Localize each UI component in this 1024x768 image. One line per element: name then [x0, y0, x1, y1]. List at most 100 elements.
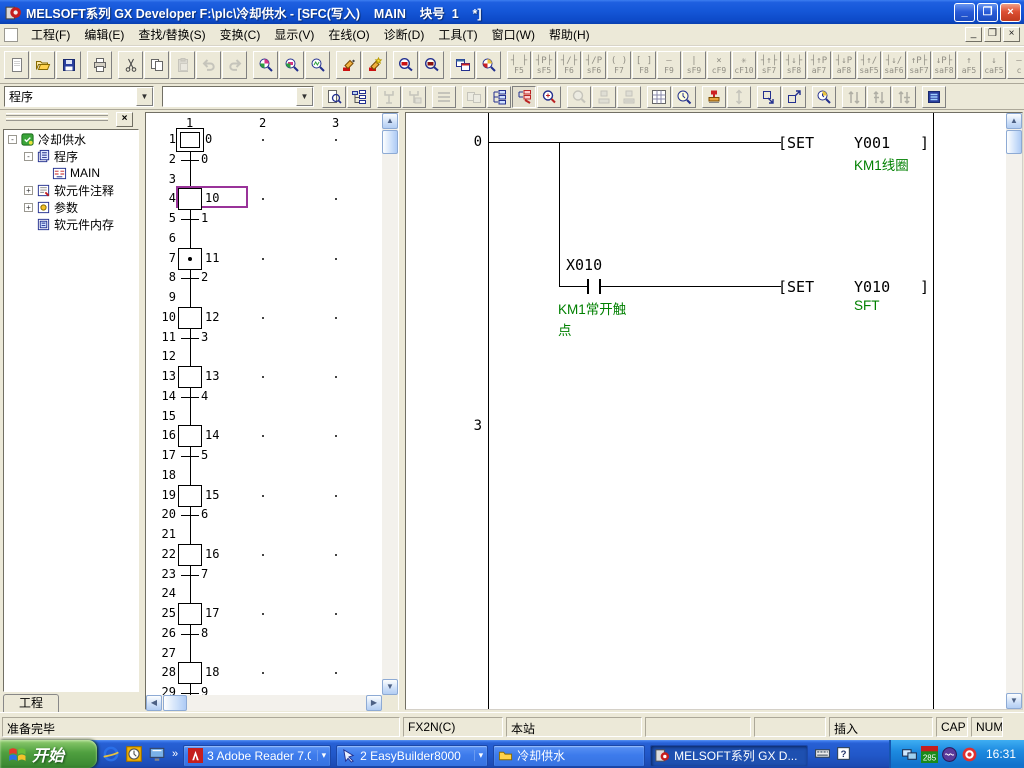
alarm-red-icon[interactable]	[961, 746, 978, 763]
tree-view-button[interactable]	[487, 86, 511, 108]
sfc-transition[interactable]	[181, 160, 199, 161]
expand-icon[interactable]: +	[24, 186, 33, 195]
scroll-up-icon[interactable]: ▲	[382, 113, 398, 129]
help-icon[interactable]: ?	[835, 745, 853, 763]
menu-item-5[interactable]: 在线(O)	[321, 24, 376, 45]
restore-button[interactable]: ❐	[977, 3, 998, 22]
close-button[interactable]: ×	[1000, 3, 1021, 22]
sfc-hscroll-thumb[interactable]	[163, 695, 187, 711]
cut-button[interactable]	[118, 51, 143, 79]
taskbar-button-2[interactable]: 冷却供水	[493, 745, 645, 767]
sfc-transition[interactable]	[181, 278, 199, 279]
sfc-transition[interactable]	[181, 515, 199, 516]
stamp-red-button[interactable]	[702, 86, 726, 108]
ime-285-icon[interactable]: 285	[921, 746, 938, 763]
rung2-wire[interactable]	[601, 286, 781, 287]
ladder-write-button[interactable]	[336, 51, 361, 79]
rung2-wire[interactable]	[559, 286, 587, 287]
panel-grip[interactable]	[6, 113, 108, 116]
ladder-insert-button[interactable]	[362, 51, 387, 79]
menu-item-8[interactable]: 窗口(W)	[485, 24, 542, 45]
menu-item-4[interactable]: 显示(V)	[267, 24, 321, 45]
tree-item-软元件内存[interactable]: 软元件内存	[4, 216, 138, 232]
sfc-canvas[interactable]: 1231234567891011121314151617181920212223…	[146, 113, 382, 695]
sfc-step[interactable]	[178, 425, 202, 447]
data-name-combo[interactable]: ▼	[162, 86, 314, 107]
start-button[interactable]: 开始	[0, 740, 97, 768]
rung2-operand[interactable]: Y010	[854, 278, 890, 296]
project-tree-button[interactable]	[347, 86, 371, 108]
close-icon[interactable]: ×	[116, 112, 133, 127]
menu-item-9[interactable]: 帮助(H)	[542, 24, 597, 45]
zoom-write-button[interactable]	[419, 51, 444, 79]
menu-item-0[interactable]: 工程(F)	[24, 24, 77, 45]
mdi-restore-button[interactable]: ❐	[984, 27, 1001, 42]
panel-grip[interactable]	[6, 118, 108, 121]
sfc-transition[interactable]	[181, 693, 199, 694]
chevron-down-icon[interactable]: ▾	[317, 750, 327, 761]
sfc-transition[interactable]	[181, 634, 199, 635]
show-desktop-icon[interactable]	[148, 745, 166, 763]
window-split-button[interactable]	[450, 51, 475, 79]
sfc-step[interactable]	[178, 485, 202, 507]
scroll-right-icon[interactable]: ▶	[366, 695, 382, 711]
menu-item-6[interactable]: 诊断(D)	[377, 24, 432, 45]
zoom-clock-button[interactable]	[812, 86, 836, 108]
save-floppy-button[interactable]	[56, 51, 81, 79]
tree-item-软元件注释[interactable]: +软元件注释	[4, 182, 138, 198]
contact-bar-left[interactable]	[587, 279, 589, 294]
minimize-button[interactable]: _	[954, 3, 975, 22]
ie-icon[interactable]	[102, 745, 120, 763]
scroll-down-icon[interactable]: ▼	[382, 679, 398, 695]
sfc-transition[interactable]	[181, 575, 199, 576]
collapse-icon[interactable]: -	[8, 135, 17, 144]
taskbar-button-0[interactable]: 3 Adobe Reader 7.0▾	[183, 745, 331, 767]
menu-item-2[interactable]: 查找/替换(S)	[131, 24, 212, 45]
monitor-clock-button[interactable]	[672, 86, 696, 108]
zoom-find-button[interactable]	[476, 51, 501, 79]
network-icon[interactable]	[901, 746, 918, 763]
find-device-button[interactable]	[279, 51, 304, 79]
sfc-step[interactable]	[178, 603, 202, 625]
taskbar-button-1[interactable]: 2 EasyBuilder8000▾	[336, 745, 488, 767]
mdi-close-button[interactable]: ×	[1003, 27, 1020, 42]
menu-item-7[interactable]: 工具(T)	[431, 24, 484, 45]
sfc-transition[interactable]	[181, 456, 199, 457]
jump-window2-button[interactable]	[782, 86, 806, 108]
menu-item-3[interactable]: 变换(C)	[213, 24, 268, 45]
mdi-minimize-button[interactable]: _	[965, 27, 982, 42]
antivirus-purple-icon[interactable]	[941, 746, 958, 763]
grid-window-button[interactable]	[647, 86, 671, 108]
ladder-vscroll-thumb[interactable]	[1006, 130, 1022, 154]
rung1-wire[interactable]	[488, 142, 781, 143]
contact-label[interactable]: X010	[566, 256, 602, 274]
rung1-operand[interactable]: Y001	[854, 134, 890, 152]
sfc-step[interactable]	[178, 662, 202, 684]
scroll-up-icon[interactable]: ▲	[1006, 113, 1022, 129]
ladder-vscroll[interactable]	[1006, 113, 1022, 709]
sfc-step[interactable]	[178, 544, 202, 566]
find-button[interactable]	[253, 51, 278, 79]
print-button[interactable]	[87, 51, 112, 79]
sfc-transition[interactable]	[181, 219, 199, 220]
doc-find-button[interactable]	[322, 86, 346, 108]
jump-window-button[interactable]	[757, 86, 781, 108]
new-file-button[interactable]	[4, 51, 29, 79]
sfc-transition[interactable]	[181, 397, 199, 398]
rung1-instruction[interactable]: [SET	[778, 134, 814, 152]
chevron-down-icon[interactable]: ▼	[296, 87, 313, 106]
menu-item-1[interactable]: 编辑(E)	[77, 24, 131, 45]
rung2-instruction[interactable]: [SET	[778, 278, 814, 296]
collapse-icon[interactable]: -	[24, 152, 33, 161]
tree-item-程序[interactable]: -程序	[4, 148, 138, 164]
tree-item-参数[interactable]: +参数	[4, 199, 138, 215]
chevron-down-icon[interactable]: ▾	[474, 750, 484, 761]
sfc-vscroll[interactable]	[382, 113, 398, 695]
tree-edit-button[interactable]	[512, 86, 536, 108]
tree-item-MAIN[interactable]: MAIN	[4, 165, 138, 181]
data-type-combo[interactable]: 程序 ▼	[4, 86, 154, 107]
scroll-left-icon[interactable]: ◀	[146, 695, 162, 711]
tree-item-冷却供水[interactable]: -冷却供水	[4, 131, 138, 147]
sfc-vscroll-thumb[interactable]	[382, 130, 398, 154]
sfc-step[interactable]	[178, 307, 202, 329]
